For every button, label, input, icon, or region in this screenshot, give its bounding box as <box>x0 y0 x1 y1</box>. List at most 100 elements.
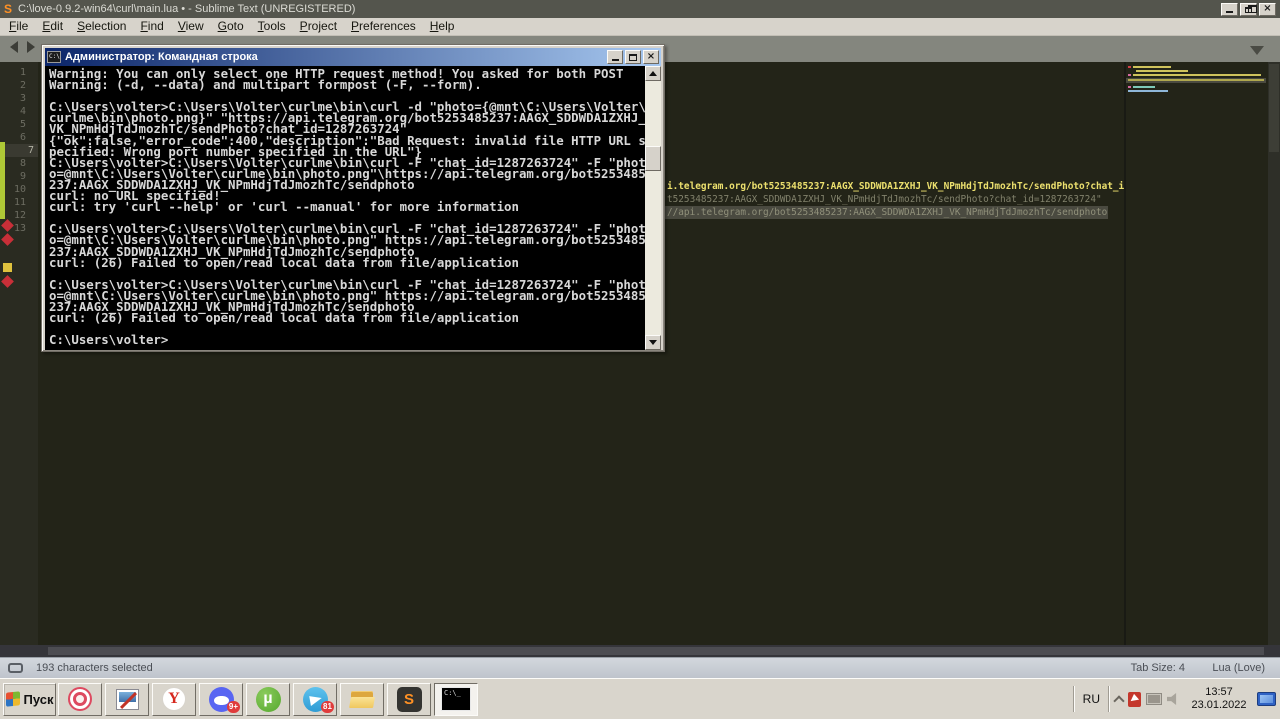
scrollbar-thumb[interactable] <box>48 647 1264 655</box>
maximize-button[interactable] <box>625 50 641 64</box>
tab-size-indicator[interactable]: Tab Size: 4 <box>1131 662 1185 674</box>
editor-line: //api.telegram.org/bot5253485237:AAGX_SD… <box>667 207 1108 218</box>
editor-line: i.telegram.org/bot5253485237:AAGX_SDDWDA… <box>667 181 1125 192</box>
terminal-line: C:\Users\volter> <box>49 332 169 348</box>
notification-badge: 9+ <box>226 700 240 713</box>
scrollbar-thumb[interactable] <box>645 146 661 171</box>
menu-item[interactable]: Find <box>133 18 170 35</box>
minimize-button[interactable] <box>607 50 623 64</box>
minimap-line <box>1136 70 1188 72</box>
close-button[interactable]: × <box>1259 2 1276 16</box>
system-tray: RU 13:57 23.01.2022 <box>1072 683 1280 716</box>
close-button[interactable]: × <box>643 50 659 64</box>
cmd-scrollbar[interactable] <box>645 66 661 350</box>
tray-app-icon[interactable] <box>1128 691 1141 707</box>
gutter-marker-icon <box>1 233 14 246</box>
app-icon-glyph: µ <box>263 690 273 707</box>
cmd-window-controls: × <box>607 50 659 64</box>
menu-item[interactable]: File <box>2 18 35 35</box>
network-display-icon[interactable] <box>1146 693 1162 705</box>
windows-logo-icon <box>5 691 20 707</box>
taskbar-app-button[interactable] <box>105 682 149 716</box>
start-button[interactable]: Пуск <box>3 682 56 716</box>
cmd-icon: C:\ <box>47 51 61 63</box>
window-controls: × <box>1221 2 1276 16</box>
selection-status: 193 characters selected <box>36 662 153 674</box>
tab-overflow-icon[interactable] <box>1250 46 1264 55</box>
sublime-titlebar: S C:\love-0.9.2-win64\curl\main.lua • - … <box>0 0 1280 18</box>
taskbar-app-button[interactable] <box>340 682 384 716</box>
app-icon-glyph: Y <box>168 690 180 707</box>
line-number: 2 <box>19 80 26 91</box>
minimize-icon <box>1226 11 1233 13</box>
terminal-line: curl: (26) Failed to open/read local dat… <box>49 310 519 326</box>
taskbar-app-button[interactable]: Y <box>152 682 196 716</box>
app-icon: C:\_ <box>441 687 471 711</box>
line-number: 3 <box>19 93 26 104</box>
taskbar-app-button[interactable]: µ <box>246 682 290 716</box>
minimize-button[interactable] <box>1221 2 1238 16</box>
menu-item[interactable]: Edit <box>35 18 70 35</box>
scroll-up-button[interactable] <box>645 66 661 81</box>
app-icon <box>115 688 139 710</box>
sublime-logo-icon: S <box>4 2 13 16</box>
monitor-tray-icon[interactable] <box>1257 692 1276 706</box>
scroll-down-button[interactable] <box>645 335 661 350</box>
cmd-window: C:\ Администратор: Командная строка × Wa… <box>41 44 665 352</box>
app-icon: S <box>396 686 422 712</box>
app-icon <box>68 687 92 711</box>
gutter-marker-icon <box>3 263 12 272</box>
menu-bar: File Edit Selection Find View Goto Tools Projec… <box>0 18 1280 36</box>
taskbar-app-button[interactable] <box>58 682 102 716</box>
language-indicator[interactable]: RU <box>1080 692 1103 706</box>
app-icon: Y <box>162 687 186 711</box>
terminal[interactable]: Warning: You can only select one HTTP re… <box>45 66 661 350</box>
taskbar-apps: Y 9+ µ 81 S C:\_ <box>58 682 478 716</box>
taskbar-app-button[interactable]: 81 <box>293 682 337 716</box>
notification-badge: 81 <box>321 700 334 713</box>
status-bar: 193 characters selected Tab Size: 4 Lua … <box>0 657 1280 678</box>
taskbar-app-button[interactable]: C:\_ <box>434 682 478 716</box>
close-icon: × <box>646 51 656 62</box>
menu-item[interactable]: Selection <box>70 18 133 35</box>
tab-scroll-left-icon[interactable] <box>10 41 18 53</box>
taskbar-app-button[interactable]: 9+ <box>199 682 243 716</box>
volume-icon[interactable] <box>1167 693 1177 705</box>
line-number: 1 <box>19 67 26 78</box>
gutter: 1 2 3 4 5 6 7 8 9 10 11 12 13 <box>0 62 38 645</box>
cmd-titlebar[interactable]: C:\ Администратор: Командная строка × <box>45 48 661 66</box>
app-icon: µ <box>255 686 281 712</box>
cmd-window-title: Администратор: Командная строка <box>65 51 258 63</box>
minimap[interactable] <box>1126 62 1268 645</box>
vintage-mode-icon <box>8 663 23 673</box>
menu-item[interactable]: Goto <box>211 18 251 35</box>
tray-separator <box>1072 686 1075 712</box>
tray-expand-icon[interactable] <box>1113 694 1125 707</box>
clock-date: 23.01.2022 <box>1191 699 1247 711</box>
minimap-line <box>1128 66 1131 68</box>
app-icon-glyph: S <box>403 690 414 708</box>
restore-button[interactable] <box>1240 2 1257 16</box>
minimap-line <box>1128 90 1168 92</box>
line-number: 5 <box>19 119 26 130</box>
menu-item[interactable]: Project <box>293 18 344 35</box>
syntax-indicator[interactable]: Lua (Love) <box>1212 662 1265 674</box>
menu-item[interactable]: Help <box>423 18 462 35</box>
arrow-up-icon <box>649 67 657 76</box>
close-icon: × <box>1263 3 1272 14</box>
modified-lines-marker <box>0 142 5 219</box>
editor-vertical-scrollbar[interactable] <box>1268 62 1280 645</box>
taskbar-app-button[interactable]: S <box>387 682 431 716</box>
restore-icon <box>1245 4 1257 13</box>
editor-horizontal-scrollbar[interactable] <box>0 645 1280 657</box>
line-numbers: 1 2 3 4 5 6 7 8 9 10 11 12 13 <box>0 66 38 235</box>
menu-item[interactable]: Preferences <box>344 18 423 35</box>
desktop: S C:\love-0.9.2-win64\curl\main.lua • - … <box>0 0 1280 719</box>
terminal-line: curl: try 'curl --help' or 'curl --manua… <box>49 199 519 215</box>
tab-scroll-right-icon[interactable] <box>27 41 35 53</box>
scrollbar-thumb[interactable] <box>1269 64 1279 152</box>
clock[interactable]: 13:57 23.01.2022 <box>1186 686 1252 712</box>
minimize-icon <box>611 59 619 61</box>
menu-item[interactable]: View <box>171 18 211 35</box>
menu-item[interactable]: Tools <box>251 18 293 35</box>
